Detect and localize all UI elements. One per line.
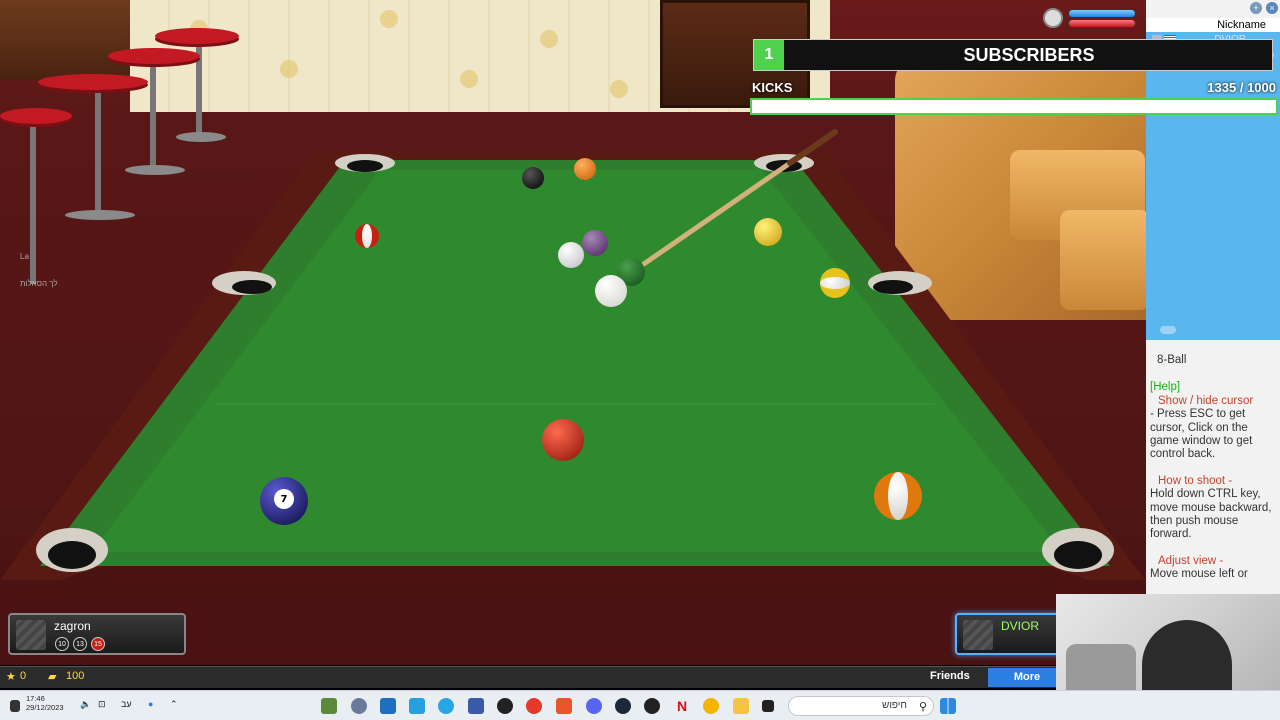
subscribers-count: 1 bbox=[754, 40, 784, 70]
ball-1 bbox=[754, 218, 782, 246]
player-name: DVIOR bbox=[1001, 619, 1040, 633]
ball-9 bbox=[820, 268, 850, 298]
help-tag: [Help] bbox=[1150, 381, 1181, 394]
app-icon[interactable] bbox=[703, 698, 719, 714]
search-placeholder: חיפוש bbox=[882, 700, 907, 711]
speaker-icon[interactable]: 🔈 bbox=[80, 699, 91, 710]
friends-button[interactable]: Friends bbox=[930, 670, 970, 682]
ball-7-number: 7 bbox=[274, 489, 294, 509]
player-plate-left: zagron 10 13 15 bbox=[8, 613, 186, 655]
avatar bbox=[16, 620, 46, 650]
help-heading: Adjust view - bbox=[1158, 554, 1224, 567]
help-body: Hold down CTRL key, move mouse backward,… bbox=[1150, 488, 1272, 541]
brave-icon[interactable] bbox=[556, 698, 572, 714]
discord-icon[interactable] bbox=[586, 698, 602, 714]
help-heading: Show / hide cursor bbox=[1158, 394, 1254, 407]
chat-overlay: La לך הסאלות bbox=[20, 252, 58, 288]
ball-4 bbox=[558, 242, 584, 268]
kicks-progress-bar bbox=[750, 98, 1278, 115]
app-icon[interactable] bbox=[468, 698, 484, 714]
mini-ball: 13 bbox=[73, 637, 87, 651]
power-bar-red bbox=[1068, 19, 1136, 28]
bottom-bar: ★ 0 ▰ 100 Friends More bbox=[0, 666, 1146, 688]
steam-icon[interactable] bbox=[615, 698, 631, 714]
more-button[interactable]: More bbox=[988, 668, 1066, 687]
mic-icon[interactable]: ● bbox=[148, 699, 153, 709]
stars-count: 0 bbox=[20, 670, 27, 682]
chevron-up-icon[interactable]: ⌃ bbox=[170, 699, 178, 710]
help-heading: How to shoot - bbox=[1158, 474, 1233, 487]
cue-ball[interactable] bbox=[595, 275, 627, 307]
language-indicator[interactable]: עב bbox=[121, 699, 132, 709]
clock-date: 29/12/2023 bbox=[26, 703, 64, 712]
subscribers-overlay: 1 SUBSCRIBERS bbox=[753, 39, 1273, 71]
kicks-goal: / 1000 bbox=[1239, 80, 1276, 95]
telegram-icon[interactable] bbox=[438, 698, 454, 714]
subscribers-label: SUBSCRIBERS bbox=[963, 45, 1095, 65]
kicks-progress-track bbox=[752, 100, 1276, 113]
settings-icon[interactable] bbox=[351, 698, 367, 714]
pin-icon[interactable]: + bbox=[1250, 2, 1262, 14]
ball-3 bbox=[542, 419, 584, 461]
coins-count: 100 bbox=[66, 670, 85, 682]
youtube-icon[interactable] bbox=[526, 698, 542, 714]
mini-ball: 10 bbox=[55, 637, 69, 651]
player-plate-right: DVIOR bbox=[955, 613, 1065, 655]
taskbar: 17:46 29/12/2023 🔈 ⊡ עב ● ⌃ N חיפוש ⚲ bbox=[0, 690, 1280, 720]
ball-12 bbox=[582, 230, 608, 256]
star-icon: ★ bbox=[6, 671, 16, 683]
nickname-header: Nickname bbox=[1146, 18, 1280, 32]
clock-time: 17:46 bbox=[26, 694, 45, 703]
kicks-current: 1335 bbox=[1207, 80, 1237, 95]
mini-ball: 15 bbox=[91, 637, 105, 651]
kicks-count: 1335 / 1000 bbox=[1150, 80, 1276, 95]
search-icon: ⚲ bbox=[918, 701, 927, 713]
ball-7: 7 bbox=[260, 477, 308, 525]
clock[interactable]: 17:46 29/12/2023 bbox=[26, 694, 64, 712]
player-name: zagron bbox=[54, 619, 91, 633]
search-bar[interactable]: חיפוש ⚲ bbox=[788, 696, 934, 716]
help-body: - Press ESC to get cursor, Click on the … bbox=[1150, 408, 1253, 461]
chatgpt-icon[interactable] bbox=[644, 698, 660, 714]
timer-icon bbox=[1043, 8, 1063, 28]
avatar bbox=[963, 620, 993, 650]
ball-13 bbox=[874, 472, 922, 520]
help-panel: 8-Ball [Help] Show / hide cursor - Press… bbox=[1146, 340, 1280, 595]
kicks-label: KICKS bbox=[752, 80, 793, 95]
app-icon[interactable] bbox=[380, 698, 396, 714]
game-mode: 8-Ball bbox=[1157, 354, 1187, 366]
headphones-icon[interactable] bbox=[497, 698, 513, 714]
ball-5 bbox=[574, 158, 596, 180]
netflix-icon[interactable]: N bbox=[674, 698, 690, 714]
app-icon[interactable] bbox=[409, 698, 425, 714]
terminal-icon[interactable] bbox=[762, 700, 774, 712]
power-icon[interactable] bbox=[10, 700, 20, 712]
scrollbar-handle[interactable] bbox=[1160, 326, 1176, 334]
coin-icon: ▰ bbox=[48, 671, 57, 683]
close-icon[interactable]: × bbox=[1266, 2, 1278, 14]
power-bar-blue bbox=[1068, 9, 1136, 18]
help-body: Move mouse left or bbox=[1150, 568, 1248, 581]
network-icon[interactable]: ⊡ bbox=[98, 699, 106, 710]
windows-start-icon[interactable] bbox=[940, 698, 956, 714]
ball-11 bbox=[355, 224, 379, 248]
folder-icon[interactable] bbox=[733, 698, 749, 714]
ball-8 bbox=[522, 167, 544, 189]
game-app-icon[interactable] bbox=[321, 698, 337, 714]
